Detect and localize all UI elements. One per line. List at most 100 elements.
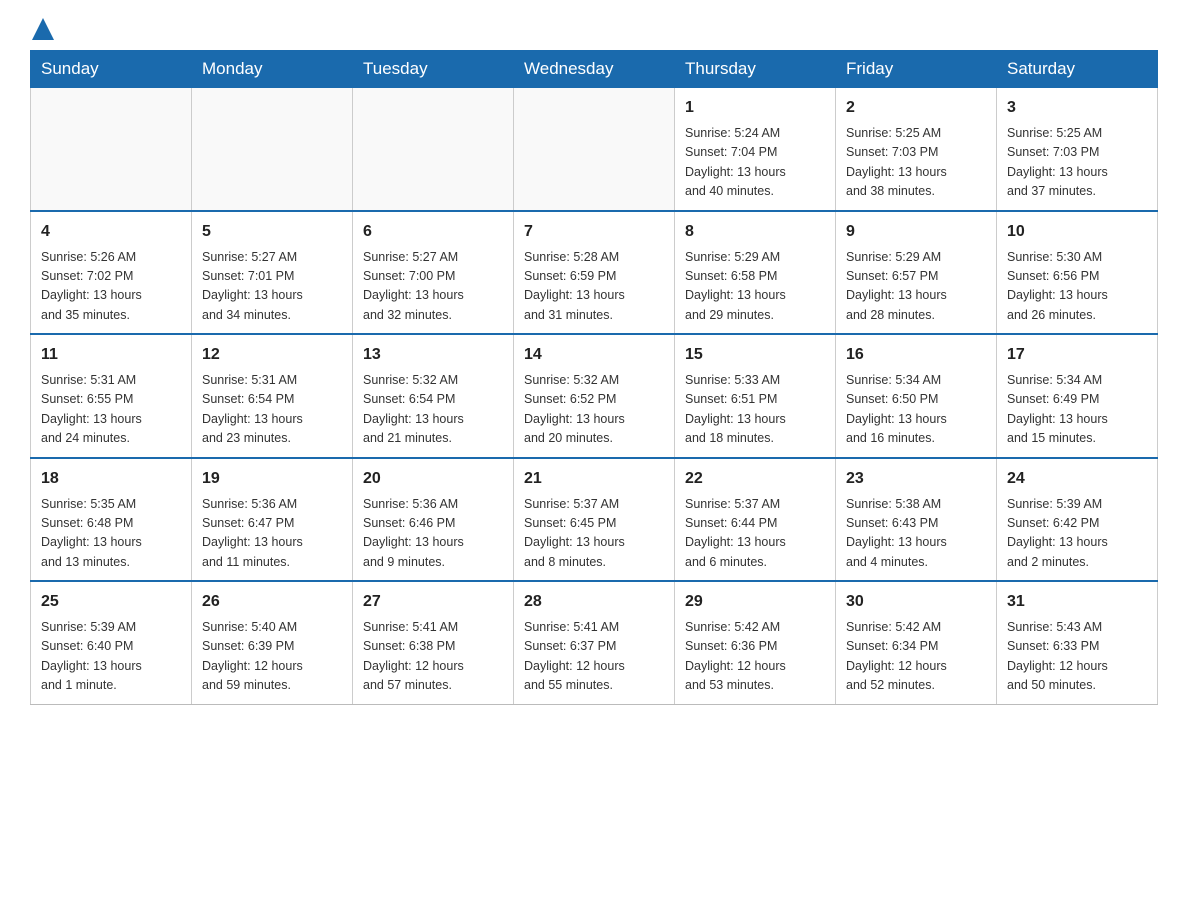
day-info: Sunrise: 5:36 AMSunset: 6:47 PMDaylight:… [202,495,342,573]
day-number: 28 [524,590,664,614]
page-header [30,20,1158,40]
calendar-cell: 19Sunrise: 5:36 AMSunset: 6:47 PMDayligh… [192,458,353,582]
day-number: 30 [846,590,986,614]
calendar-cell: 30 Sunrise: 5:42 AMSunset: 6:34 PMDayligh… [836,581,997,704]
day-number: 14 [524,343,664,367]
calendar-cell: 1Sunrise: 5:24 AMSunset: 7:04 PMDaylight… [675,88,836,211]
day-number: 21 [524,467,664,491]
calendar-cell: 13 Sunrise: 5:32 AMSunset: 6:54 PMDayligh… [353,334,514,458]
calendar-day-header: Saturday [997,51,1158,88]
day-number: 12 [202,343,342,367]
day-number: 4 [41,220,181,244]
day-info: Sunrise: 5:28 AMSunset: 6:59 PMDaylight:… [524,248,664,326]
day-number: 15 [685,343,825,367]
calendar-header-row: SundayMondayTuesdayWednesdayThursdayFrid… [31,51,1158,88]
day-number: 8 [685,220,825,244]
calendar-week-row: 25 Sunrise: 5:39 AMSunset: 6:40 PMDayligh… [31,581,1158,704]
calendar-week-row: 18Sunrise: 5:35 AMSunset: 6:48 PMDayligh… [31,458,1158,582]
day-number: 29 [685,590,825,614]
logo [30,20,54,40]
calendar-table: SundayMondayTuesdayWednesdayThursdayFrid… [30,50,1158,705]
day-info: Sunrise: 5:29 AMSunset: 6:57 PMDaylight:… [846,248,986,326]
day-info: Sunrise: 5:37 AMSunset: 6:45 PMDaylight:… [524,495,664,573]
day-number: 26 [202,590,342,614]
day-info: Sunrise: 5:26 AMSunset: 7:02 PMDaylight:… [41,248,181,326]
day-info: Sunrise: 5:36 AMSunset: 6:46 PMDaylight:… [363,495,503,573]
day-info: Sunrise: 5:38 AMSunset: 6:43 PMDaylight:… [846,495,986,573]
calendar-cell: 4 Sunrise: 5:26 AMSunset: 7:02 PMDaylight… [31,211,192,335]
calendar-week-row: 4 Sunrise: 5:26 AMSunset: 7:02 PMDaylight… [31,211,1158,335]
calendar-cell [353,88,514,211]
calendar-cell: 3 Sunrise: 5:25 AMSunset: 7:03 PMDaylight… [997,88,1158,211]
calendar-cell: 5 Sunrise: 5:27 AMSunset: 7:01 PMDaylight… [192,211,353,335]
day-number: 13 [363,343,503,367]
calendar-week-row: 11 Sunrise: 5:31 AMSunset: 6:55 PMDayligh… [31,334,1158,458]
day-number: 5 [202,220,342,244]
day-number: 31 [1007,590,1147,614]
calendar-cell: 12 Sunrise: 5:31 AMSunset: 6:54 PMDayligh… [192,334,353,458]
calendar-cell [192,88,353,211]
calendar-day-header: Thursday [675,51,836,88]
calendar-cell: 28Sunrise: 5:41 AMSunset: 6:37 PMDayligh… [514,581,675,704]
day-info: Sunrise: 5:39 AMSunset: 6:42 PMDaylight:… [1007,495,1147,573]
day-info: Sunrise: 5:41 AMSunset: 6:38 PMDaylight:… [363,618,503,696]
calendar-day-header: Monday [192,51,353,88]
calendar-cell: 14 Sunrise: 5:32 AMSunset: 6:52 PMDayligh… [514,334,675,458]
calendar-cell: 31 Sunrise: 5:43 AMSunset: 6:33 PMDayligh… [997,581,1158,704]
day-number: 6 [363,220,503,244]
calendar-cell [514,88,675,211]
day-number: 10 [1007,220,1147,244]
calendar-cell: 7 Sunrise: 5:28 AMSunset: 6:59 PMDaylight… [514,211,675,335]
day-info: Sunrise: 5:43 AMSunset: 6:33 PMDaylight:… [1007,618,1147,696]
calendar-cell: 25 Sunrise: 5:39 AMSunset: 6:40 PMDayligh… [31,581,192,704]
day-info: Sunrise: 5:39 AMSunset: 6:40 PMDaylight:… [41,618,181,696]
calendar-cell: 16 Sunrise: 5:34 AMSunset: 6:50 PMDayligh… [836,334,997,458]
day-number: 23 [846,467,986,491]
day-info: Sunrise: 5:40 AMSunset: 6:39 PMDaylight:… [202,618,342,696]
day-info: Sunrise: 5:27 AMSunset: 7:00 PMDaylight:… [363,248,503,326]
calendar-cell: 27 Sunrise: 5:41 AMSunset: 6:38 PMDayligh… [353,581,514,704]
day-number: 9 [846,220,986,244]
day-info: Sunrise: 5:30 AMSunset: 6:56 PMDaylight:… [1007,248,1147,326]
calendar-cell: 24 Sunrise: 5:39 AMSunset: 6:42 PMDayligh… [997,458,1158,582]
day-number: 11 [41,343,181,367]
calendar-cell: 10 Sunrise: 5:30 AMSunset: 6:56 PMDayligh… [997,211,1158,335]
day-info: Sunrise: 5:42 AMSunset: 6:36 PMDaylight:… [685,618,825,696]
day-info: Sunrise: 5:37 AMSunset: 6:44 PMDaylight:… [685,495,825,573]
day-number: 17 [1007,343,1147,367]
day-number: 7 [524,220,664,244]
calendar-cell: 15 Sunrise: 5:33 AMSunset: 6:51 PMDayligh… [675,334,836,458]
day-number: 2 [846,96,986,120]
day-number: 1 [685,96,825,120]
day-number: 22 [685,467,825,491]
calendar-day-header: Wednesday [514,51,675,88]
day-info: Sunrise: 5:34 AMSunset: 6:50 PMDaylight:… [846,371,986,449]
day-info: Sunrise: 5:31 AMSunset: 6:55 PMDaylight:… [41,371,181,449]
day-info: Sunrise: 5:25 AMSunset: 7:03 PMDaylight:… [1007,124,1147,202]
day-info: Sunrise: 5:32 AMSunset: 6:54 PMDaylight:… [363,371,503,449]
day-info: Sunrise: 5:27 AMSunset: 7:01 PMDaylight:… [202,248,342,326]
logo-arrow-icon [32,18,54,40]
day-info: Sunrise: 5:31 AMSunset: 6:54 PMDaylight:… [202,371,342,449]
calendar-cell: 23 Sunrise: 5:38 AMSunset: 6:43 PMDayligh… [836,458,997,582]
day-info: Sunrise: 5:33 AMSunset: 6:51 PMDaylight:… [685,371,825,449]
calendar-cell: 2Sunrise: 5:25 AMSunset: 7:03 PMDaylight… [836,88,997,211]
calendar-cell: 11 Sunrise: 5:31 AMSunset: 6:55 PMDayligh… [31,334,192,458]
day-info: Sunrise: 5:32 AMSunset: 6:52 PMDaylight:… [524,371,664,449]
calendar-cell: 18Sunrise: 5:35 AMSunset: 6:48 PMDayligh… [31,458,192,582]
calendar-cell: 6 Sunrise: 5:27 AMSunset: 7:00 PMDaylight… [353,211,514,335]
calendar-day-header: Friday [836,51,997,88]
day-number: 27 [363,590,503,614]
day-number: 16 [846,343,986,367]
day-number: 24 [1007,467,1147,491]
day-info: Sunrise: 5:34 AMSunset: 6:49 PMDaylight:… [1007,371,1147,449]
day-number: 3 [1007,96,1147,120]
calendar-cell: 20Sunrise: 5:36 AMSunset: 6:46 PMDayligh… [353,458,514,582]
calendar-cell: 22 Sunrise: 5:37 AMSunset: 6:44 PMDayligh… [675,458,836,582]
calendar-cell: 8Sunrise: 5:29 AMSunset: 6:58 PMDaylight… [675,211,836,335]
calendar-cell [31,88,192,211]
day-number: 25 [41,590,181,614]
calendar-day-header: Tuesday [353,51,514,88]
calendar-cell: 29 Sunrise: 5:42 AMSunset: 6:36 PMDayligh… [675,581,836,704]
day-info: Sunrise: 5:42 AMSunset: 6:34 PMDaylight:… [846,618,986,696]
